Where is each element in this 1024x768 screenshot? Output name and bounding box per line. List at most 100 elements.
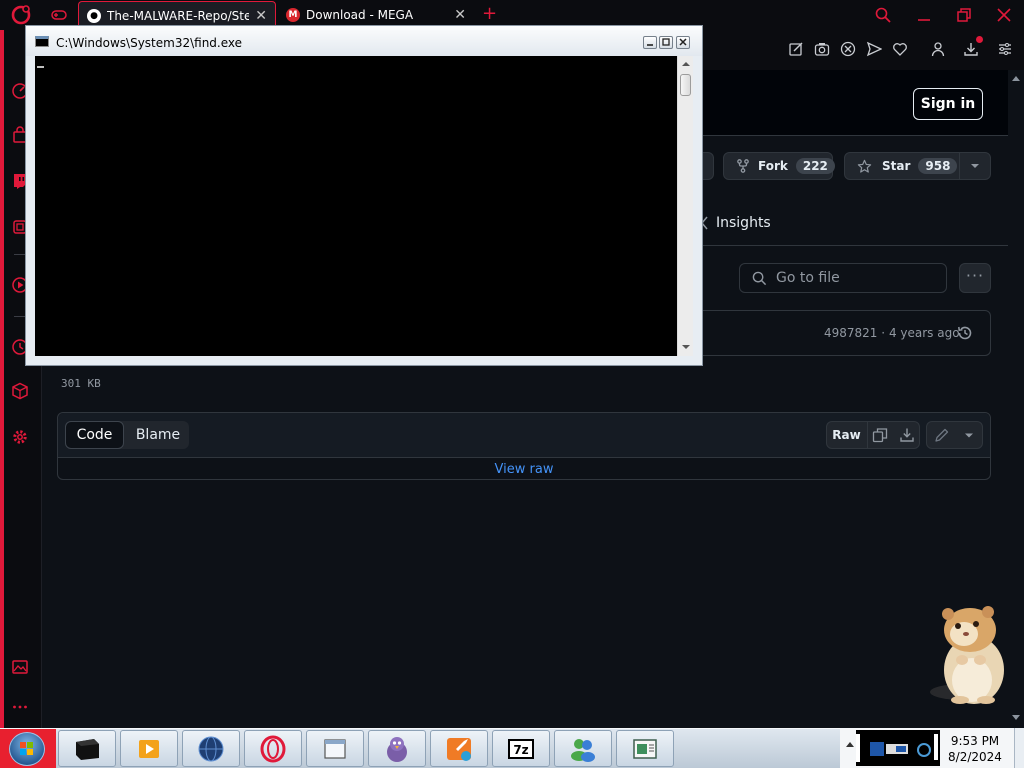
more-options-button[interactable]: ··· xyxy=(959,263,991,293)
console-cursor xyxy=(37,66,44,68)
console-title: C:\Windows\System32\find.exe xyxy=(56,36,243,50)
search-tabs-icon[interactable] xyxy=(874,6,892,24)
sidebar-accent-bar xyxy=(0,30,4,728)
taskbar-opera[interactable] xyxy=(244,730,302,767)
console-app-icon xyxy=(76,738,99,760)
minimize-window-icon[interactable] xyxy=(915,6,933,24)
star-label: Star xyxy=(882,159,911,173)
console-maximize-button[interactable] xyxy=(659,36,673,49)
clock-time[interactable]: 9:53 PM xyxy=(940,734,1010,748)
send-arrow-icon[interactable] xyxy=(866,41,882,57)
tab-title: Download - MEGA xyxy=(306,8,414,22)
taskbar-messenger[interactable] xyxy=(554,730,612,767)
go-to-file-placeholder: Go to file xyxy=(776,270,840,286)
more-dots-icon[interactable] xyxy=(11,698,29,716)
console-scroll-thumb[interactable] xyxy=(680,74,691,96)
search-icon xyxy=(752,271,767,286)
show-hidden-icons-chevron[interactable] xyxy=(846,742,854,747)
pidgin-bird-icon xyxy=(387,736,407,762)
scroll-down-icon[interactable] xyxy=(1012,715,1020,720)
fork-count: 222 xyxy=(795,158,835,174)
download-raw-icon[interactable] xyxy=(899,427,915,443)
github-icon: ● xyxy=(87,8,101,23)
clock-date[interactable]: 8/2/2024 xyxy=(940,750,1010,764)
repo-nav-divider xyxy=(700,245,1008,246)
file-size: 301 KB xyxy=(61,377,101,390)
console-titlebar[interactable]: C:\Windows\System32\find.exe xyxy=(26,26,702,56)
scroll-up-icon[interactable] xyxy=(1012,76,1020,81)
show-desktop-button[interactable] xyxy=(1014,728,1024,768)
console-close-button[interactable] xyxy=(676,36,690,49)
code-tab[interactable]: Code xyxy=(65,421,124,449)
taskbar-file-explorer[interactable] xyxy=(306,730,364,767)
raw-button[interactable]: Raw xyxy=(826,421,868,449)
document-window-icon xyxy=(633,738,657,759)
insights-label: Insights xyxy=(716,215,771,231)
close-tab-icon[interactable]: ✕ xyxy=(255,9,267,23)
fork-icon xyxy=(736,159,750,173)
extensions-cube-icon[interactable] xyxy=(11,382,29,400)
easy-setup-edit-icon[interactable] xyxy=(788,41,804,57)
media-player-icon xyxy=(139,739,159,758)
heart-icon[interactable] xyxy=(892,41,908,57)
browser-toolbar xyxy=(702,30,1024,70)
start-button[interactable] xyxy=(0,729,56,768)
tray-network-icon xyxy=(856,734,938,762)
windows-logo-icon xyxy=(9,732,45,766)
globe-icon xyxy=(198,736,224,761)
copy-raw-icon[interactable] xyxy=(872,427,888,443)
console-window[interactable]: C:\Windows\System32\find.exe xyxy=(25,25,703,366)
taskbar-pidgin[interactable] xyxy=(368,730,426,767)
commit-separator: · xyxy=(881,326,886,340)
star-count: 958 xyxy=(918,158,958,174)
caret-down-icon[interactable] xyxy=(961,427,977,443)
gamepad-icon[interactable] xyxy=(50,7,68,23)
easy-setup-menu-icon[interactable] xyxy=(997,41,1013,57)
blame-tab[interactable]: Blame xyxy=(127,421,189,449)
mega-icon: M xyxy=(286,8,300,22)
star-icon xyxy=(857,159,872,174)
rocket-icon xyxy=(447,737,471,761)
fork-label: Fork xyxy=(758,159,788,173)
scroll-up-icon[interactable] xyxy=(682,62,690,66)
account-icon[interactable] xyxy=(930,41,946,57)
folder-window-icon xyxy=(324,738,346,759)
snapshot-camera-icon[interactable] xyxy=(814,41,830,57)
new-tab-button[interactable]: + xyxy=(482,4,497,24)
tab-title: The-MALWARE-Repo/Steal xyxy=(107,8,249,23)
taskbar-media-player[interactable] xyxy=(120,730,178,767)
settings-gear-icon[interactable] xyxy=(11,428,29,446)
taskbar-7zip[interactable]: 7z xyxy=(492,730,550,767)
taskbar-console-app[interactable] xyxy=(58,730,116,767)
tab-insights[interactable]: Insights xyxy=(700,213,771,233)
close-window-icon[interactable] xyxy=(995,6,1013,24)
sign-in-button[interactable]: Sign in xyxy=(913,88,983,120)
star-list-dropdown[interactable] xyxy=(959,152,991,180)
commit-info[interactable]: 4987821 · 4 years ago xyxy=(824,326,960,340)
pencil-edit-icon[interactable] xyxy=(934,427,950,443)
svg-text:7z: 7z xyxy=(513,743,528,757)
downloads-icon[interactable] xyxy=(963,41,979,57)
history-icon[interactable] xyxy=(956,324,974,342)
console-scrollbar[interactable] xyxy=(677,56,693,356)
caret-down-icon xyxy=(971,164,979,168)
console-minimize-button[interactable] xyxy=(643,36,657,49)
adblock-icon[interactable] xyxy=(840,41,856,57)
hamster-sticker-image xyxy=(922,600,1012,712)
taskbar-document-app[interactable] xyxy=(616,730,674,767)
close-tab-icon[interactable]: ✕ xyxy=(454,8,466,22)
taskbar-browser-globe[interactable] xyxy=(182,730,240,767)
download-notification-badge xyxy=(976,36,983,43)
scroll-down-icon[interactable] xyxy=(682,345,690,349)
go-to-file-input[interactable]: Go to file xyxy=(739,263,947,293)
commit-hash[interactable]: 4987821 xyxy=(824,326,877,340)
console-output-area[interactable] xyxy=(35,56,677,356)
taskbar-rocket-app[interactable] xyxy=(430,730,488,767)
7zip-icon: 7z xyxy=(508,738,534,759)
messenger-buddies-icon xyxy=(571,738,595,762)
view-raw-link[interactable]: View raw xyxy=(0,462,1024,477)
gallery-image-icon[interactable] xyxy=(11,658,29,676)
restore-window-icon[interactable] xyxy=(955,6,973,24)
commit-age: 4 years ago xyxy=(888,326,960,340)
fork-button[interactable]: Fork 222 xyxy=(723,152,835,180)
